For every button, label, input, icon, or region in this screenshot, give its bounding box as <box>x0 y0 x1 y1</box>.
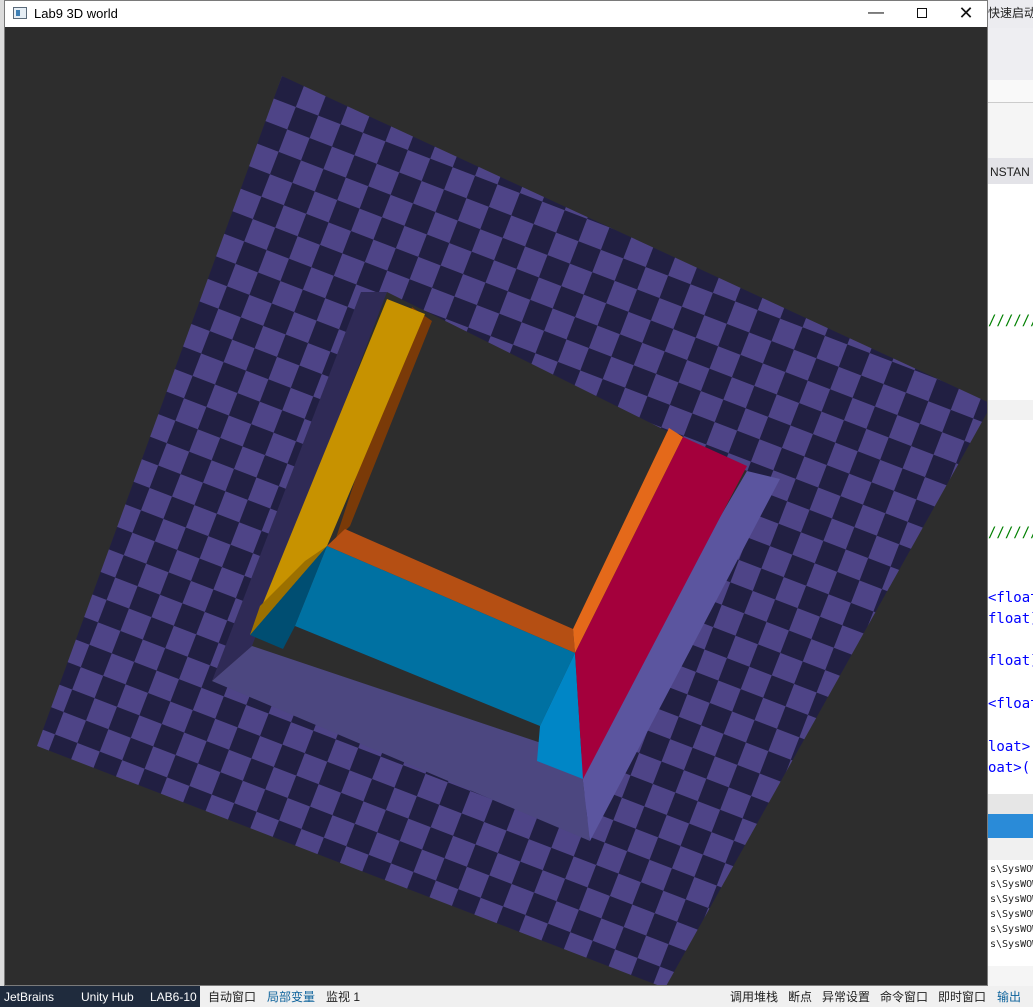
output-line: s\SysWOW <box>990 909 1033 920</box>
tab-immediate-window[interactable]: 即时窗口 <box>938 988 986 1005</box>
maximize-icon <box>917 8 927 18</box>
code-comment: ////// <box>988 525 1033 541</box>
quick-launch-label[interactable]: 快速启动 <box>988 4 1033 21</box>
code-line: float] <box>988 611 1033 627</box>
code-line: <float <box>988 696 1033 712</box>
taskbar-item[interactable]: LAB6-10 <box>150 990 197 1004</box>
tab-call-stack[interactable]: 调用堆栈 <box>730 988 778 1005</box>
bottom-bar: JetBrains Unity Hub LAB6-10 自动窗口 局部变量 监视… <box>0 986 1033 1007</box>
output-line: s\SysWOW <box>990 894 1033 905</box>
code-line: float] <box>988 653 1033 669</box>
background-ide-panel: 快速启动 NSTAN ////// ////// <float float] f… <box>988 0 1033 986</box>
taskbar: JetBrains Unity Hub LAB6-10 <box>0 986 200 1007</box>
tab-command-window[interactable]: 命令窗口 <box>880 988 928 1005</box>
code-line: oat>(( <box>988 760 1033 776</box>
tab-auto-window[interactable]: 自动窗口 <box>208 988 256 1005</box>
app-window: Lab9 3D world — ✕ <box>4 0 988 986</box>
taskbar-item[interactable]: Unity Hub <box>81 990 134 1004</box>
code-line: <float <box>988 590 1033 606</box>
taskbar-item[interactable]: JetBrains <box>4 990 54 1004</box>
code-comment: ////// <box>988 313 1033 329</box>
app-icon <box>13 7 27 19</box>
title-bar[interactable]: Lab9 3D world — ✕ <box>5 1 987 27</box>
output-line: s\SysWOW <box>990 864 1033 875</box>
ide-dropdown-text[interactable]: NSTAN <box>990 165 1030 179</box>
output-line: s\SysWOW <box>990 924 1033 935</box>
output-line: s\SysWOW <box>990 879 1033 890</box>
3d-viewport[interactable] <box>5 27 987 985</box>
maximize-button[interactable] <box>899 1 945 27</box>
tab-breakpoints[interactable]: 断点 <box>788 988 812 1005</box>
output-line: s\SysWOW <box>990 939 1033 950</box>
code-line: loat> <box>988 739 1031 755</box>
tab-watch-1[interactable]: 监视 1 <box>326 988 360 1005</box>
scene-canvas <box>37 76 987 985</box>
window-title: Lab9 3D world <box>34 6 118 21</box>
tab-locals[interactable]: 局部变量 <box>267 988 315 1005</box>
minimize-button[interactable]: — <box>853 1 899 27</box>
close-button[interactable]: ✕ <box>943 1 989 27</box>
tab-output[interactable]: 输出 <box>997 988 1021 1005</box>
tab-exception-settings[interactable]: 异常设置 <box>822 988 870 1005</box>
